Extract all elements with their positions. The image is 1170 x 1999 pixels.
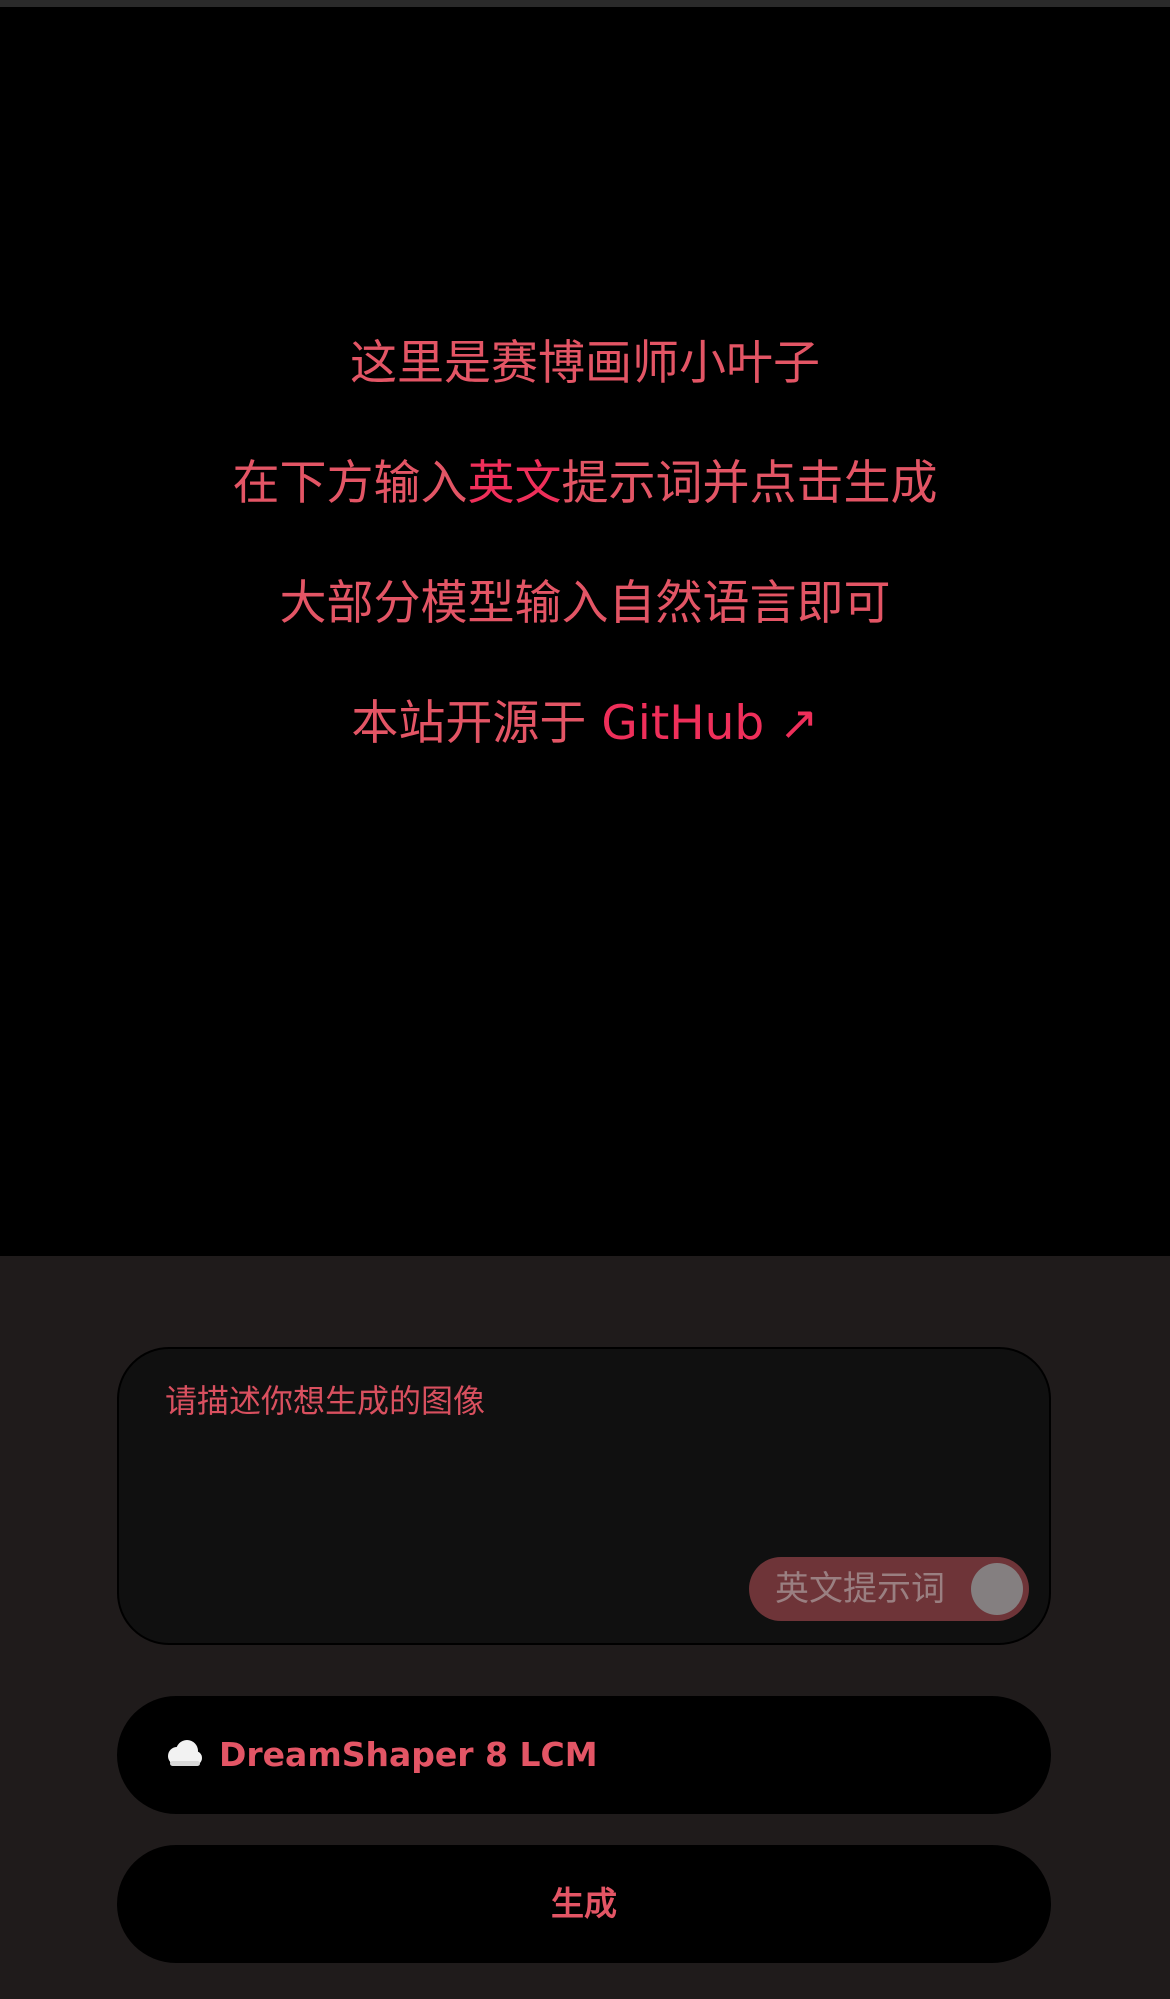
model-label: DreamShaper 8 LCM (219, 1735, 598, 1774)
instruction-highlight: 英文 (467, 456, 562, 511)
cloud-icon (168, 1740, 202, 1766)
prompt-input[interactable] (165, 1379, 1005, 1549)
top-bar (0, 0, 1170, 7)
natural-language-note: 大部分模型输入自然语言即可 (279, 576, 891, 631)
english-prompt-toggle[interactable]: 英文提示词 (749, 1557, 1029, 1621)
toggle-label: 英文提示词 (775, 1569, 945, 1609)
instruction-text-start: 在下方输入 (232, 456, 468, 511)
github-link[interactable]: GitHub ↗ (601, 696, 818, 751)
instruction-text-end: 提示词并点击生成 (561, 456, 938, 511)
prompt-box: 英文提示词 (117, 1347, 1051, 1645)
source-line: 本站开源于 GitHub ↗ (0, 694, 1170, 754)
welcome-section: 这里是赛博画师小叶子 在下方输入英文提示词并点击生成 大部分模型输入自然语言即可… (0, 7, 1170, 1256)
instruction-line: 在下方输入英文提示词并点击生成 (0, 454, 1170, 514)
source-text: 本站开源于 (351, 696, 602, 751)
generate-label: 生成 (551, 1884, 617, 1923)
welcome-title: 这里是赛博画师小叶子 (350, 336, 820, 391)
generate-button[interactable]: 生成 (117, 1845, 1051, 1963)
toggle-knob (971, 1563, 1023, 1615)
model-selector[interactable]: DreamShaper 8 LCM (117, 1696, 1051, 1814)
